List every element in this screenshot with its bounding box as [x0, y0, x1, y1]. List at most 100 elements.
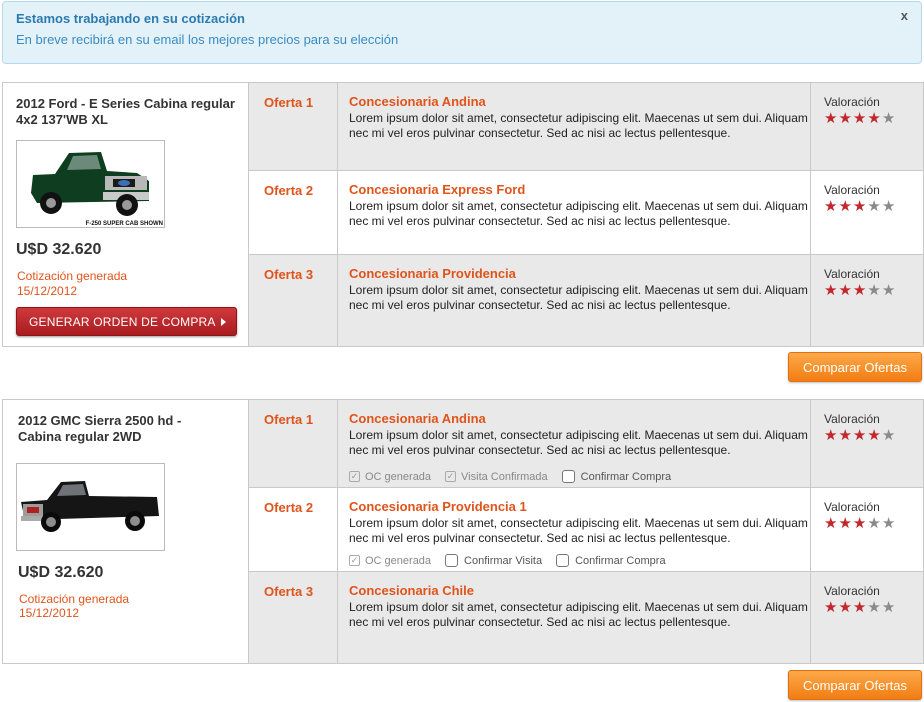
star-filled-icon: ★	[824, 599, 839, 616]
offer-description: Lorem ipsum dolor sit amet, consectetur …	[349, 600, 808, 629]
offer-body: Concesionaria Express Ford Lorem ipsum d…	[338, 171, 811, 254]
offer-row: Oferta 2 Concesionaria Express Ford Lore…	[249, 171, 923, 255]
vehicle-image: F-250 SUPER CAB SHOWN	[16, 140, 165, 228]
star-rating: ★★★★★	[824, 199, 896, 215]
star-filled-icon: ★	[852, 198, 868, 215]
vehicle-title: 2012 GMC Sierra 2500 hd - Cabina regular…	[18, 413, 182, 444]
dealer-name[interactable]: Concesionaria Chile	[349, 583, 810, 599]
offer-description: Lorem ipsum dolor sit amet, consectetur …	[349, 283, 808, 312]
offer-body: Concesionaria Andina Lorem ipsum dolor s…	[338, 83, 811, 170]
star-rating: ★★★★★	[824, 283, 896, 299]
star-filled-icon: ★	[852, 515, 868, 532]
star-filled-icon: ★	[852, 427, 868, 444]
dealer-name[interactable]: Concesionaria Andina	[349, 411, 810, 427]
quote-card: 2012 Ford - E Series Cabina regular 4x2 …	[2, 82, 924, 347]
rating: Valoración ★★★★★	[811, 83, 896, 127]
image-caption: F-250 SUPER CAB SHOWN	[86, 221, 163, 227]
offer-status-checks: ✓ OC generada ✓ Visita Confirmada Confirma…	[349, 470, 685, 483]
star-filled-icon: ★	[838, 599, 853, 616]
checkbox-icon[interactable]	[445, 554, 459, 567]
rating: Valoración ★★★★★	[811, 572, 896, 616]
offer-row: Oferta 1 Concesionaria Andina Lorem ipsu…	[249, 83, 923, 171]
star-filled-icon: ★	[824, 427, 839, 444]
star-filled-icon: ★	[838, 515, 853, 532]
star-rating: ★★★★★	[824, 111, 896, 127]
quote-generated-label: Cotización generada	[17, 269, 128, 283]
quote-generated-date: 15/12/2012	[19, 606, 80, 620]
star-empty-icon: ★	[867, 198, 882, 215]
offer-status-checks: ✓ OC generada Confirmar Visita Confirmar …	[349, 554, 680, 567]
star-filled-icon: ★	[852, 110, 868, 127]
star-rating: ★★★★★	[824, 428, 896, 444]
generate-order-label: GENERAR ORDEN DE COMPRA	[29, 314, 216, 329]
star-empty-icon: ★	[881, 427, 897, 444]
star-filled-icon: ★	[838, 110, 853, 127]
offer-body: Concesionaria Andina Lorem ipsum dolor s…	[338, 400, 811, 487]
dealer-name[interactable]: Concesionaria Providencia	[349, 266, 810, 282]
offer-row: Oferta 2 Concesionaria Providencia 1 Lor…	[249, 488, 923, 572]
star-filled-icon: ★	[867, 110, 882, 127]
offer-body: Concesionaria Chile Lorem ipsum dolor si…	[338, 572, 811, 663]
offer-number: Oferta 2	[249, 171, 338, 254]
offer-description: Lorem ipsum dolor sit amet, consectetur …	[349, 111, 808, 140]
dealer-name[interactable]: Concesionaria Express Ford	[349, 182, 810, 198]
compare-offers-button[interactable]: Comparar Ofertas	[788, 670, 922, 700]
alert-message: En breve recibirá en su email los mejore…	[16, 32, 399, 47]
dealer-name[interactable]: Concesionaria Providencia 1	[349, 499, 810, 515]
rating-label: Valoración	[824, 584, 880, 598]
offer-number: Oferta 3	[249, 255, 338, 346]
star-filled-icon: ★	[824, 515, 839, 532]
offer-number: Oferta 3	[249, 572, 338, 663]
star-rating: ★★★★★	[824, 600, 896, 616]
offer-body: Concesionaria Providencia Lorem ipsum do…	[338, 255, 811, 346]
offer-number: Oferta 1	[249, 83, 338, 170]
ford-truck-image: F-250 SUPER CAB SHOWN	[17, 141, 164, 227]
star-filled-icon: ★	[824, 110, 839, 127]
star-empty-icon: ★	[867, 599, 882, 616]
rating-label: Valoración	[824, 267, 880, 281]
star-empty-icon: ★	[881, 599, 897, 616]
offer-row: Oferta 3 Concesionaria Chile Lorem ipsum…	[249, 572, 923, 663]
info-alert: Estamos trabajando en su cotización En b…	[2, 1, 922, 64]
star-filled-icon: ★	[824, 282, 839, 299]
offer-description: Lorem ipsum dolor sit amet, consectetur …	[349, 199, 808, 228]
confirm-visit-checkbox[interactable]: Confirmar Visita	[445, 554, 542, 567]
offer-body: Concesionaria Providencia 1 Lorem ipsum …	[338, 488, 811, 571]
star-filled-icon: ★	[852, 282, 868, 299]
checked-icon: ✓	[349, 471, 360, 482]
rating-label: Valoración	[824, 412, 880, 426]
offer-row: Oferta 3 Concesionaria Providencia Lorem…	[249, 255, 923, 346]
price: U$D 32.620	[18, 564, 104, 581]
confirm-purchase-checkbox[interactable]: Confirmar Compra	[561, 470, 671, 483]
oc-generated-check: ✓ OC generada	[349, 554, 432, 567]
rating-label: Valoración	[824, 95, 880, 109]
quote-card: 2012 GMC Sierra 2500 hd - Cabina regular…	[2, 399, 924, 664]
vehicle-image	[16, 463, 165, 551]
oc-generated-check: ✓ OC generada	[349, 470, 432, 483]
star-empty-icon: ★	[867, 515, 882, 532]
star-empty-icon: ★	[881, 198, 897, 215]
star-filled-icon: ★	[867, 427, 882, 444]
vehicle-panel: 2012 GMC Sierra 2500 hd - Cabina regular…	[3, 400, 249, 663]
visit-confirmed-check: ✓ Visita Confirmada	[445, 470, 548, 483]
generate-order-button[interactable]: GENERAR ORDEN DE COMPRA	[16, 307, 237, 336]
rating-label: Valoración	[824, 183, 880, 197]
rating: Valoración ★★★★★	[811, 255, 896, 299]
dealer-name[interactable]: Concesionaria Andina	[349, 94, 810, 110]
rating: Valoración ★★★★★	[811, 488, 896, 532]
arrow-right-icon	[221, 318, 226, 326]
compare-offers-button[interactable]: Comparar Ofertas	[788, 352, 922, 382]
vehicle-title: 2012 Ford - E Series Cabina regular 4x2 …	[16, 96, 235, 127]
gmc-truck-image	[17, 464, 164, 550]
checkbox-icon[interactable]	[561, 470, 575, 483]
star-rating: ★★★★★	[824, 516, 896, 532]
price: U$D 32.620	[16, 241, 102, 258]
star-filled-icon: ★	[824, 198, 839, 215]
quote-generated-label: Cotización generada	[19, 592, 130, 606]
star-empty-icon: ★	[867, 282, 882, 299]
offer-description: Lorem ipsum dolor sit amet, consectetur …	[349, 428, 808, 457]
rating: Valoración ★★★★★	[811, 171, 896, 215]
checkbox-icon[interactable]	[556, 554, 570, 567]
confirm-purchase-checkbox[interactable]: Confirmar Compra	[556, 554, 666, 567]
close-icon[interactable]: x	[901, 8, 908, 23]
